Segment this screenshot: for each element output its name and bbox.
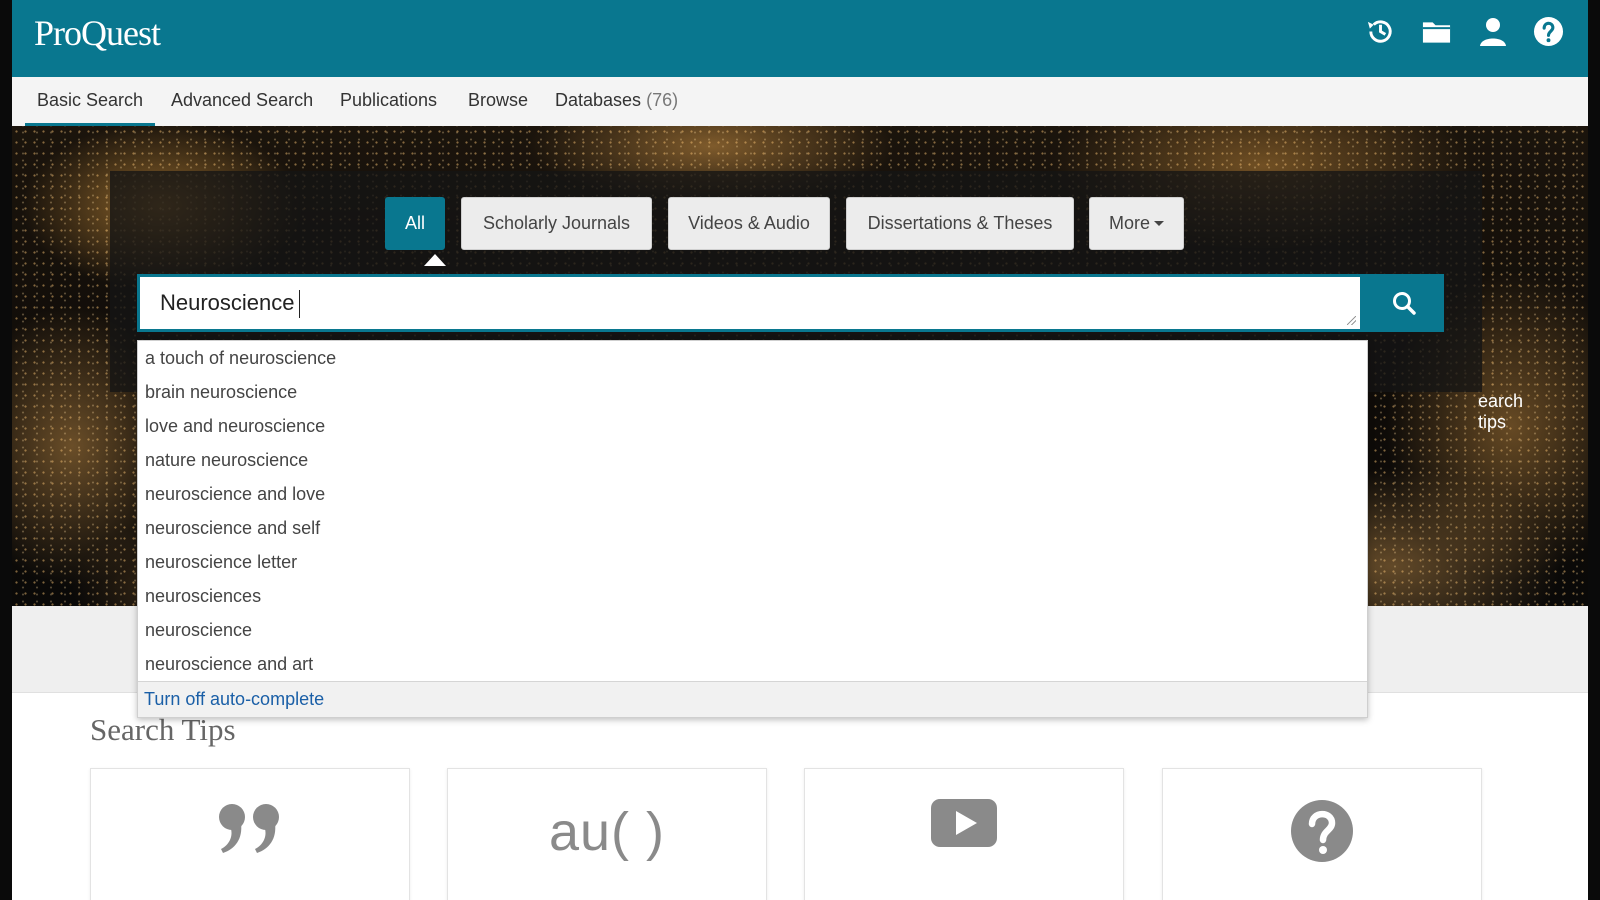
autocomplete-suggestion[interactable]: neuroscience and love — [138, 477, 1367, 511]
tip-card-quotes[interactable] — [90, 768, 410, 900]
header-icons — [1365, 16, 1564, 47]
search-input[interactable]: Neuroscience — [137, 274, 1363, 332]
tab-label: Publications — [340, 90, 438, 110]
author-field-icon: au( ) — [548, 802, 666, 862]
autocomplete-suggestion[interactable]: a touch of neuroscience — [138, 341, 1367, 375]
filter-scholarly-journals[interactable]: Scholarly Journals — [461, 197, 652, 250]
autocomplete-suggestion[interactable]: brain neuroscience — [138, 375, 1367, 409]
autocomplete-suggestion[interactable]: neuroscience and art — [138, 647, 1367, 681]
autocomplete-suggestion[interactable]: neuroscience and self — [138, 511, 1367, 545]
folder-icon[interactable] — [1421, 16, 1452, 47]
filter-label: All — [404, 213, 425, 233]
filter-label: Videos & Audio — [688, 213, 810, 233]
proquest-logo[interactable]: ProQuest — [34, 12, 161, 54]
video-play-icon — [931, 799, 997, 900]
search-input-value: Neuroscience — [160, 290, 295, 315]
active-filter-pointer — [424, 254, 446, 266]
filter-videos-audio[interactable]: Videos & Audio — [668, 197, 830, 250]
autocomplete-suggestion[interactable]: neuroscience letter — [138, 545, 1367, 579]
search-icon — [1392, 292, 1416, 315]
search-tips-link[interactable]: earch tips — [1478, 391, 1523, 433]
filter-all[interactable]: All — [385, 197, 445, 250]
tab-label: Databases — [555, 90, 642, 110]
databases-count: (76) — [646, 90, 679, 110]
filter-label: More — [1108, 213, 1150, 233]
tab-databases[interactable]: Databases (76) — [555, 77, 678, 124]
tab-browse[interactable]: Browse — [468, 77, 528, 124]
turn-off-autocomplete-link[interactable]: Turn off auto-complete — [138, 681, 1367, 717]
help-icon[interactable] — [1533, 16, 1564, 47]
tip-card-author[interactable]: au( ) — [447, 768, 767, 900]
filter-more-dropdown[interactable]: More — [1089, 197, 1184, 250]
autocomplete-suggestion[interactable]: neurosciences — [138, 579, 1367, 613]
top-header: ProQuest — [12, 0, 1588, 77]
tab-basic-search[interactable]: Basic Search — [25, 77, 156, 126]
tip-card-help[interactable] — [1162, 768, 1482, 900]
filter-label: Dissertations & Theses — [867, 213, 1053, 233]
autocomplete-suggestion[interactable]: nature neuroscience — [138, 443, 1367, 477]
history-icon[interactable] — [1365, 16, 1396, 47]
resize-handle[interactable] — [1347, 316, 1356, 325]
tab-label: Advanced Search — [171, 90, 314, 110]
tab-publications[interactable]: Publications — [340, 77, 437, 124]
caret-down-icon — [1154, 221, 1164, 226]
autocomplete-suggestion[interactable]: love and neuroscience — [138, 409, 1367, 443]
main-nav: Basic Search Advanced Search Publication… — [12, 77, 1588, 127]
autocomplete-suggestion[interactable]: neuroscience — [138, 613, 1367, 647]
autocomplete-dropdown: a touch of neuroscience brain neuroscien… — [137, 340, 1368, 718]
proquest-app: ProQuest Basic Search Advanced Search Pu… — [12, 0, 1588, 900]
filter-label: Scholarly Journals — [482, 213, 631, 233]
tip-card-video[interactable] — [804, 768, 1124, 900]
filter-dissertations-theses[interactable]: Dissertations & Theses — [846, 197, 1074, 250]
help-circle-icon — [1290, 799, 1354, 900]
tab-label: Browse — [468, 90, 529, 110]
tab-label: Basic Search — [37, 90, 144, 110]
text-cursor — [298, 290, 300, 319]
tab-advanced-search[interactable]: Advanced Search — [171, 77, 313, 124]
quote-icon — [215, 799, 285, 900]
user-icon[interactable] — [1477, 16, 1508, 47]
search-button[interactable] — [1363, 274, 1444, 332]
